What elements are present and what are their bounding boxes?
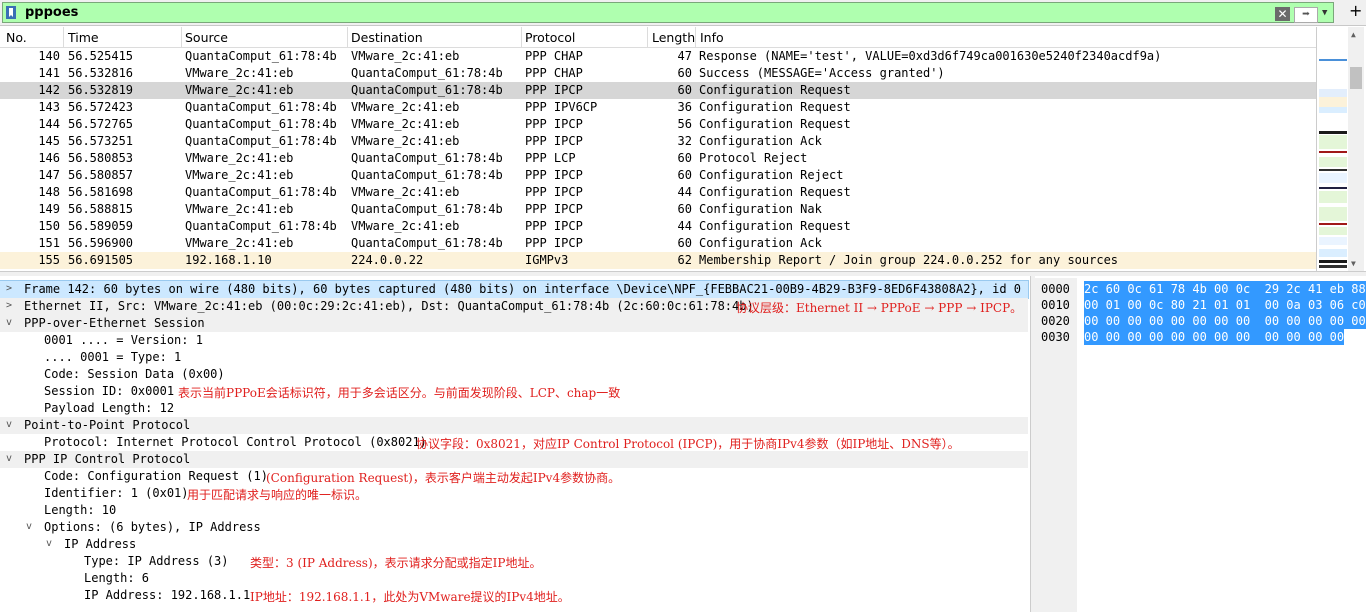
table-row[interactable]: 150 56.589059 QuantaComput_61:78:4b VMware_…: [0, 218, 1316, 235]
packet-minimap[interactable]: [1316, 27, 1349, 271]
chevron-down-icon[interactable]: v: [6, 419, 12, 430]
bytes-offsets: 0000 0010 0020 0030: [1035, 278, 1077, 612]
detail-ppp[interactable]: v Point-to-Point Protocol: [0, 417, 1028, 434]
table-row[interactable]: 146 56.580853 VMware_2c:41:eb QuantaComput_…: [0, 150, 1316, 167]
scrollbar-thumb[interactable]: [1350, 67, 1362, 89]
annotation: IP地址：192.168.1.1，此处为VMware提议的IPv4地址。: [250, 590, 570, 604]
display-filter-input[interactable]: pppoes ✕ ➡ ▼: [2, 2, 1334, 23]
col-protocol[interactable]: Protocol: [525, 30, 575, 45]
detail-field[interactable]: Identifier: 1 (0x01) 用于匹配请求与响应的唯一标识。: [44, 485, 744, 502]
packet-bytes: 0000 0010 0020 0030 2c 60 0c 61 78 4b 00…: [1035, 278, 1366, 612]
scroll-up-icon[interactable]: ▲: [1351, 30, 1356, 39]
apply-filter-icon[interactable]: ➡: [1294, 7, 1318, 23]
detail-ethernet[interactable]: > Ethernet II, Src: VMware_2c:41:eb (00:…: [0, 298, 1028, 315]
pane-splitter[interactable]: [0, 271, 1366, 276]
col-no[interactable]: No.: [6, 30, 27, 45]
col-info[interactable]: Info: [700, 30, 724, 45]
table-row[interactable]: 148 56.581698 QuantaComput_61:78:4b VMware_…: [0, 184, 1316, 201]
detail-field[interactable]: Protocol: Internet Protocol Control Prot…: [44, 434, 1024, 451]
table-row[interactable]: 147 56.580857 VMware_2c:41:eb QuantaComput_…: [0, 167, 1316, 184]
annotation: 用于匹配请求与响应的唯一标识。: [187, 488, 368, 502]
detail-field[interactable]: IP Address: 192.168.1.1 IP地址：192.168.1.1…: [84, 587, 784, 604]
add-filter-button[interactable]: +: [1349, 1, 1362, 20]
col-source[interactable]: Source: [185, 30, 228, 45]
filter-text: pppoes: [25, 5, 79, 20]
hex-line[interactable]: 00 00 00 00 00 00 00 00 00 00 00 00: [1084, 329, 1345, 345]
scroll-down-icon[interactable]: ▼: [1351, 259, 1356, 268]
table-row[interactable]: 140 56.525415 QuantaComput_61:78:4b VMware_…: [0, 48, 1316, 65]
bookmark-icon[interactable]: [6, 6, 16, 19]
detail-pppoes[interactable]: v PPP-over-Ethernet Session: [0, 315, 1028, 332]
annotation: (Configuration Request)，表示客户端主动发起IPv4参数协…: [266, 471, 621, 485]
clear-filter-icon[interactable]: ✕: [1275, 7, 1290, 21]
packet-list-header: No. Time Source Destination Protocol Len…: [0, 27, 1316, 48]
detail-field[interactable]: Type: IP Address (3) 类型：3 (IP Address)，表…: [84, 553, 784, 570]
table-row[interactable]: 141 56.532816 VMware_2c:41:eb QuantaComput_…: [0, 65, 1316, 82]
detail-field[interactable]: Code: Configuration Request (1) (Configu…: [44, 468, 944, 485]
packet-list-scrollbar[interactable]: ▲ ▼: [1348, 27, 1364, 271]
chevron-right-icon[interactable]: >: [6, 283, 12, 294]
detail-ipcp[interactable]: v PPP IP Control Protocol: [0, 451, 1028, 468]
detail-field[interactable]: Session ID: 0x0001 表示当前PPPoE会话标识符，用于多会话区…: [44, 383, 744, 400]
col-time[interactable]: Time: [68, 30, 99, 45]
chevron-down-icon[interactable]: v: [6, 317, 12, 328]
table-row[interactable]: 151 56.596900 VMware_2c:41:eb QuantaComput_…: [0, 235, 1316, 252]
detail-ip-address-option[interactable]: v IP Address: [44, 536, 344, 553]
detail-options[interactable]: v Options: (6 bytes), IP Address: [24, 519, 424, 536]
table-row[interactable]: 143 56.572423 QuantaComput_61:78:4b VMware_…: [0, 99, 1316, 116]
chevron-down-icon[interactable]: v: [46, 538, 52, 549]
annotation: 类型：3 (IP Address)，表示请求分配或指定IP地址。: [250, 556, 542, 570]
col-destination[interactable]: Destination: [351, 30, 423, 45]
chevron-right-icon[interactable]: >: [6, 300, 12, 311]
table-row[interactable]: 145 56.573251 QuantaComput_61:78:4b VMware_…: [0, 133, 1316, 150]
packet-details: > Frame 142: 60 bytes on wire (480 bits)…: [0, 278, 1030, 612]
col-length[interactable]: Length: [652, 30, 695, 45]
hex-line[interactable]: 00 00 00 00 00 00 00 00 00 00 00 00 00: [1084, 313, 1366, 329]
display-filter-toolbar: pppoes ✕ ➡ ▼ +: [0, 0, 1366, 26]
annotation: 协议字段：0x8021，对应IP Control Protocol (IPCP)…: [416, 437, 960, 451]
chevron-down-icon[interactable]: v: [6, 453, 12, 464]
chevron-down-icon[interactable]: v: [26, 521, 32, 532]
hex-line[interactable]: 2c 60 0c 61 78 4b 00 0c 29 2c 41 eb 88: [1084, 281, 1366, 297]
hex-line[interactable]: 00 01 00 0c 80 21 01 01 00 0a 03 06 c0: [1084, 297, 1366, 313]
annotation: 表示当前PPPoE会话标识符，用于多会话区分。与前面发现阶段、LCP、chap一…: [178, 386, 621, 400]
table-row-selected[interactable]: 142 56.532819 VMware_2c:41:eb QuantaComput_…: [0, 82, 1316, 99]
table-row[interactable]: 155 56.691505 192.168.1.10 224.0.0.22 IGMPv3…: [0, 252, 1316, 269]
table-row[interactable]: 144 56.572765 QuantaComput_61:78:4b VMware_…: [0, 116, 1316, 133]
table-row[interactable]: 149 56.588815 VMware_2c:41:eb QuantaComput_…: [0, 201, 1316, 218]
annotation: 协议层级：Ethernet II → PPPoE → PPP → IPCP。: [736, 301, 1023, 315]
packet-list: No. Time Source Destination Protocol Len…: [0, 27, 1316, 269]
detail-frame[interactable]: > Frame 142: 60 bytes on wire (480 bits)…: [0, 280, 1029, 299]
chevron-down-icon[interactable]: ▼: [1322, 8, 1327, 18]
